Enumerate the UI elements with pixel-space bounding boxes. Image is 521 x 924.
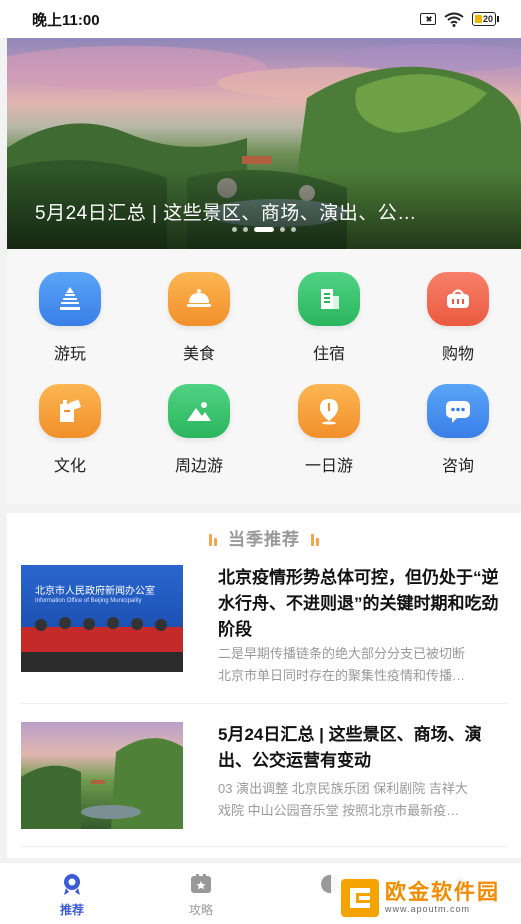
building-icon xyxy=(298,272,360,326)
carousel-dot-active[interactable] xyxy=(254,227,274,232)
shopping-basket-icon xyxy=(427,272,489,326)
article-description: 03 演出调整 北京民族乐团 保利剧院 吉祥大 戏院 中山公园音乐堂 按照北京市… xyxy=(218,778,507,822)
article-title[interactable]: 5月24日汇总 | 这些景区、商场、演出、公交运营有变动 xyxy=(218,722,507,774)
section-title: 当季推荐 xyxy=(7,525,521,550)
menu-item-play[interactable]: 游玩 xyxy=(20,272,120,364)
guide-tab-icon xyxy=(187,871,215,897)
culture-icon xyxy=(39,384,101,438)
article-card[interactable]: 5月24日汇总 | 这些景区、商场、演出、公交运营有变动 03 演出调整 北京民… xyxy=(21,722,507,847)
divider xyxy=(21,846,507,847)
recommend-tab-icon xyxy=(58,871,86,897)
tab-label: 推荐 xyxy=(59,903,84,917)
no-sim-icon xyxy=(419,13,436,25)
menu-item-shopping[interactable]: 购物 xyxy=(408,272,508,364)
mountain-icon xyxy=(168,384,230,438)
category-menu: 游玩 美食 住宿 购物 文化 周边游 一日游 咨询 xyxy=(7,249,521,504)
watermark-url: www.apoutm.com xyxy=(385,904,471,914)
menu-item-stay[interactable]: 住宿 xyxy=(279,272,379,364)
status-time: 晚上11:00 xyxy=(32,11,100,29)
carousel-dot[interactable] xyxy=(291,227,296,232)
article-desc-line: 北京市单日同时存在的聚集性疫情和传播… xyxy=(218,668,466,683)
menu-label: 周边游 xyxy=(174,458,223,475)
menu-item-culture[interactable]: 文化 xyxy=(20,384,120,476)
menu-label: 游玩 xyxy=(53,346,86,363)
menu-item-day-trip[interactable]: 一日游 xyxy=(279,384,379,476)
location-pin-icon xyxy=(298,384,360,438)
food-cloche-icon xyxy=(168,272,230,326)
seasonal-recommend-section: 当季推荐 北京市人民政府新闻办公室 Information Office of … xyxy=(7,513,521,858)
wifi-icon xyxy=(444,12,464,27)
carousel-dots xyxy=(7,227,521,232)
menu-label: 文化 xyxy=(53,458,86,475)
thumbnail-caption-cn: 北京市人民政府新闻办公室 xyxy=(35,586,155,597)
article-thumbnail: 北京市人民政府新闻办公室 Information Office of Beiji… xyxy=(21,565,183,672)
banner-carousel[interactable]: 5月24日汇总 | 这些景区、商场、演出、公… xyxy=(7,38,521,249)
status-bar: 晚上11:00 20 xyxy=(0,0,521,38)
menu-label: 住宿 xyxy=(312,346,345,363)
menu-label: 购物 xyxy=(441,346,474,363)
article-desc-line: 二是早期传播链条的绝大部分分支已被切断 xyxy=(218,646,466,661)
menu-label: 美食 xyxy=(182,346,215,363)
watermark-logo-icon xyxy=(341,879,379,917)
article-description: 二是早期传播链条的绝大部分分支已被切断 北京市单日同时存在的聚集性疫情和传播… xyxy=(218,643,507,687)
carousel-dot[interactable] xyxy=(280,227,285,232)
chat-icon xyxy=(427,384,489,438)
banner-title[interactable]: 5月24日汇总 | 这些景区、商场、演出、公… xyxy=(35,198,491,225)
temple-icon xyxy=(39,272,101,326)
carousel-dot[interactable] xyxy=(232,227,237,232)
article-desc-line: 戏院 中山公园音乐堂 按照北京市最新疫… xyxy=(218,803,460,818)
thumbnail-caption-en: Information Office of Beijing Municipali… xyxy=(35,598,142,604)
article-thumbnail xyxy=(21,722,183,829)
section-title-text: 当季推荐 xyxy=(228,530,300,549)
carousel-dot[interactable] xyxy=(243,227,248,232)
article-desc-line: 03 演出调整 北京民族乐团 保利剧院 吉祥大 xyxy=(218,781,468,796)
article-card[interactable]: 北京市人民政府新闻办公室 Information Office of Beiji… xyxy=(21,565,507,690)
status-icons: 20 xyxy=(419,12,499,27)
battery-icon: 20 xyxy=(471,12,499,26)
tab-recommend[interactable]: 推荐 xyxy=(32,871,112,918)
menu-label: 咨询 xyxy=(441,458,474,475)
tab-label: 攻略 xyxy=(188,903,213,917)
site-watermark: 欧金软件园 www.apoutm.com xyxy=(331,874,521,922)
tab-guide[interactable]: 攻略 xyxy=(161,871,241,918)
watermark-text: 欧金软件园 xyxy=(385,881,500,904)
divider xyxy=(21,703,507,704)
battery-level: 20 xyxy=(482,14,493,24)
menu-label: 一日游 xyxy=(304,458,353,475)
article-title[interactable]: 北京疫情形势总体可控，但仍处于“逆水行舟、不进则退”的关键时期和吃劲阶段 xyxy=(218,565,507,643)
menu-item-consult[interactable]: 咨询 xyxy=(408,384,508,476)
menu-item-food[interactable]: 美食 xyxy=(149,272,249,364)
menu-item-nearby[interactable]: 周边游 xyxy=(149,384,249,476)
